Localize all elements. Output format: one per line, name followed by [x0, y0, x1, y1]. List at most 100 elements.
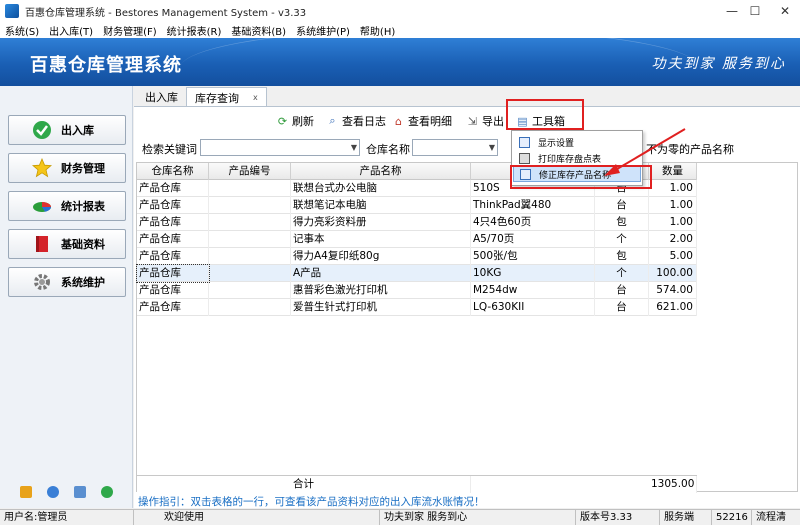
add-icon[interactable]: [101, 486, 114, 498]
keyword-label: 检索关键词: [142, 143, 197, 156]
export-label: 导出: [482, 115, 504, 128]
book-icon: [31, 233, 53, 255]
cell-warehouse: 产品仓库: [136, 264, 210, 283]
cell-quantity: 574.00: [649, 282, 697, 299]
status-user: 用户名:管理员: [0, 510, 134, 525]
sidebar-item-label: 系统维护: [61, 276, 105, 289]
clock-icon[interactable]: [46, 486, 59, 498]
menu-bar: 系统(S) 出入库(T) 财务管理(F) 统计报表(R) 基础资料(B) 系统维…: [0, 22, 800, 38]
status-flow: 流程清: [756, 512, 786, 523]
menu-item-label: 打印库存盘点表: [538, 154, 602, 165]
cell-warehouse: 产品仓库: [137, 299, 209, 316]
header-name[interactable]: 产品名称: [291, 163, 471, 180]
cell-code: [209, 180, 291, 197]
menu-basic-data[interactable]: 基础资料(B): [226, 23, 291, 38]
chevron-down-icon: ▼: [488, 143, 495, 152]
menu-finance[interactable]: 财务管理(F): [98, 23, 162, 38]
cell-name: 得力A4复印纸80g: [291, 248, 471, 265]
cell-quantity: 621.00: [649, 299, 697, 316]
cell-code: [209, 299, 291, 316]
status-port: 52216: [712, 510, 752, 525]
cell-quantity: 1.00: [649, 180, 697, 197]
note-icon[interactable]: [19, 486, 32, 498]
cell-quantity: 5.00: [649, 248, 697, 265]
status-server: 服务端: [660, 510, 712, 525]
header-code[interactable]: 产品编号: [209, 163, 291, 180]
status-welcome: 欢迎使用: [134, 510, 380, 525]
table-row[interactable]: 产品仓库 爱普生针式打印机 LQ-630KII 台 621.00: [137, 299, 697, 316]
sidebar: 出入库 财务管理 统计报表 基础资料 系统维护: [0, 86, 133, 508]
tab-inout[interactable]: 出入库: [137, 87, 186, 107]
cell-code: [209, 248, 291, 265]
header-warehouse[interactable]: 仓库名称: [137, 163, 209, 180]
view-detail-button[interactable]: ⌂ 查看明细: [392, 112, 452, 130]
cell-quantity: 2.00: [649, 231, 697, 248]
cell-warehouse: 产品仓库: [137, 180, 209, 197]
sidebar-item-maintenance[interactable]: 系统维护: [8, 267, 126, 297]
chevron-down-icon: ▼: [350, 143, 357, 152]
header-banner: 百惠仓库管理系统 功夫到家 服务到心: [0, 38, 800, 86]
view-log-button[interactable]: ⌕ 查看日志: [326, 112, 386, 130]
cell-warehouse: 产品仓库: [137, 197, 209, 214]
warehouse-label: 仓库名称: [366, 143, 410, 156]
house-icon: ⌂: [395, 114, 402, 128]
cell-code: [209, 265, 291, 282]
toolbar: ⟳ 刷新 ⌕ 查看日志 ⌂ 查看明细 ⇲ 导出 ▤ 工具箱: [134, 107, 800, 135]
sidebar-item-label: 统计报表: [61, 200, 105, 213]
sidebar-item-basic-data[interactable]: 基础资料: [8, 229, 126, 259]
banner-decoration: [180, 38, 700, 86]
search-icon[interactable]: [74, 486, 87, 498]
cell-model: 4只4色60页: [471, 214, 595, 231]
cell-warehouse: 产品仓库: [137, 214, 209, 231]
table-row[interactable]: 产品仓库 联想笔记本电脑 ThinkPad翼480 台 1.00: [137, 197, 697, 214]
cell-quantity: 100.00: [649, 265, 697, 282]
menu-help[interactable]: 帮助(H): [355, 23, 400, 38]
title-bar: 百惠仓库管理系统 - Bestores Management System - …: [0, 0, 800, 22]
close-button[interactable]: ✕: [765, 0, 800, 22]
cell-name: 记事本: [291, 231, 471, 248]
cell-model: A5/70页: [471, 231, 595, 248]
cell-code: [209, 231, 291, 248]
warehouse-select[interactable]: ▼: [412, 139, 498, 156]
annotation-arrow: [604, 128, 686, 176]
tab-inventory-query[interactable]: 库存查询 x: [186, 87, 267, 107]
gear-icon: [31, 271, 53, 293]
cell-unit: 个: [595, 265, 649, 282]
table-row[interactable]: 产品仓库 惠普彩色激光打印机 M254dw 台 574.00: [137, 282, 697, 299]
cell-model: 500张/包: [471, 248, 595, 265]
status-bar: 用户名:管理员 欢迎使用 功夫到家 服务到心 版本号3.33 服务端 52216…: [0, 509, 800, 525]
cell-unit: 个: [595, 231, 649, 248]
view-log-label: 查看日志: [342, 115, 386, 128]
table-row[interactable]: 产品仓库 得力亮彩资料册 4只4色60页包 1.00: [137, 214, 697, 231]
star-icon: [31, 157, 53, 179]
view-detail-label: 查看明细: [408, 115, 452, 128]
export-button[interactable]: ⇲ 导出: [466, 112, 504, 130]
banner-title: 百惠仓库管理系统: [30, 55, 182, 76]
main-content: ⟳ 刷新 ⌕ 查看日志 ⌂ 查看明细 ⇲ 导出 ▤ 工具箱 检索关键词 ▼ 仓库…: [134, 106, 800, 508]
total-value: 1305.00: [649, 476, 697, 493]
tab-close-icon[interactable]: x: [253, 93, 258, 102]
sidebar-item-finance[interactable]: 财务管理: [8, 153, 126, 183]
keyword-input[interactable]: ▼: [200, 139, 360, 156]
table-row[interactable]: 产品仓库 记事本 A5/70页个 2.00: [137, 231, 697, 248]
table-row[interactable]: 产品仓库 得力A4复印纸80g 500张/包包 5.00: [137, 248, 697, 265]
cell-warehouse: 产品仓库: [137, 248, 209, 265]
sidebar-item-label: 财务管理: [61, 162, 105, 175]
status-version: 版本号3.33: [576, 510, 660, 525]
menu-system[interactable]: 系统(S): [0, 23, 44, 38]
window-title: 百惠仓库管理系统 - Bestores Management System - …: [25, 7, 307, 19]
refresh-icon: ⟳: [277, 114, 288, 128]
sidebar-item-reports[interactable]: 统计报表: [8, 191, 126, 221]
sidebar-item-inout[interactable]: 出入库: [8, 115, 126, 145]
cell-unit: 包: [595, 214, 649, 231]
refresh-button[interactable]: ⟳ 刷新: [276, 112, 314, 130]
cell-name: 联想台式办公电脑: [291, 180, 471, 197]
menu-maintenance[interactable]: 系统维护(P): [291, 23, 355, 38]
check-icon: [31, 119, 53, 141]
magnifier-icon: ⌕: [329, 114, 336, 127]
menu-reports[interactable]: 统计报表(R): [162, 23, 227, 38]
cell-model: LQ-630KII: [471, 299, 595, 316]
table-row[interactable]: 产品仓库 A产品 10KG 个 100.00: [136, 264, 697, 283]
cell-unit: 台: [595, 197, 649, 214]
menu-inout[interactable]: 出入库(T): [44, 23, 98, 38]
